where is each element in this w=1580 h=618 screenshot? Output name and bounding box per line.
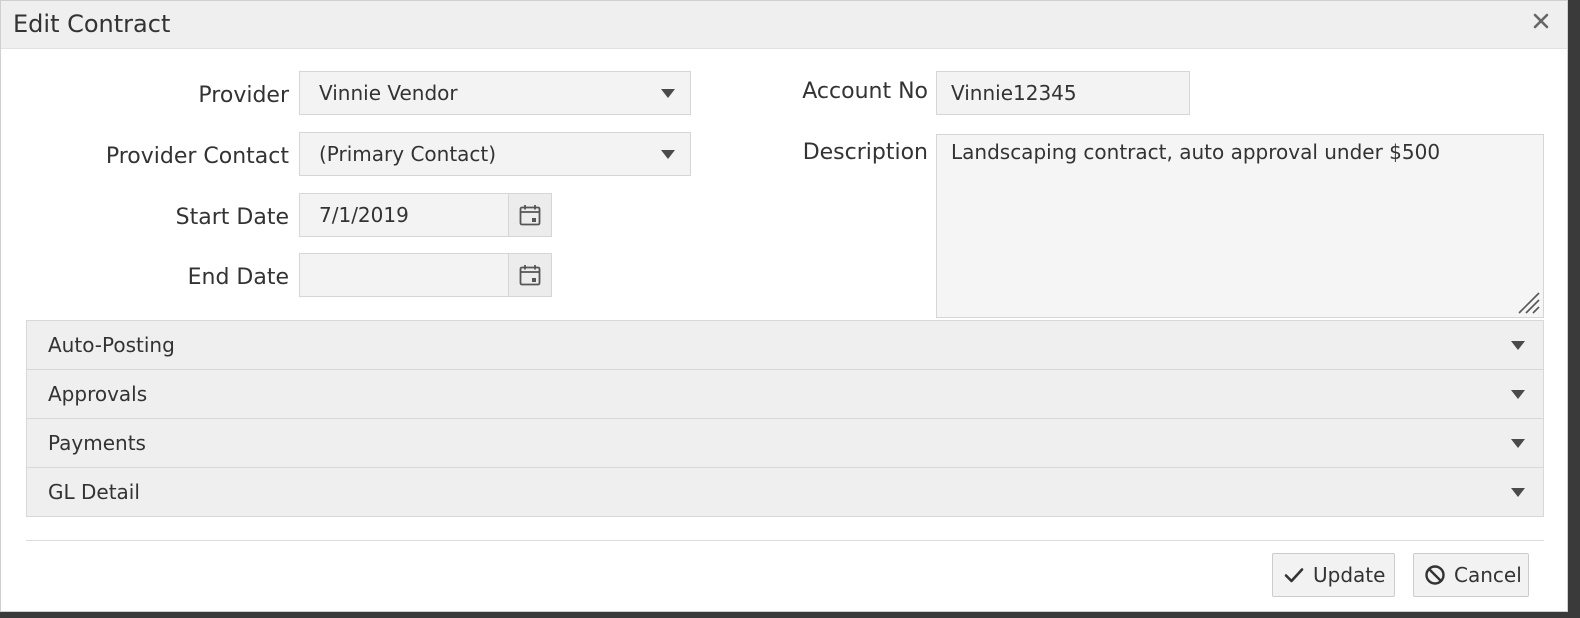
account-no-label: Account No (802, 79, 928, 104)
account-no-value: Vinnie12345 (951, 81, 1077, 105)
provider-label: Provider (198, 83, 289, 108)
cancel-button[interactable]: Cancel (1413, 553, 1529, 597)
description-label: Description (802, 140, 928, 165)
end-date-label: End Date (187, 265, 289, 290)
section-label: Approvals (48, 382, 148, 406)
provider-value: Vinnie Vendor (319, 81, 458, 105)
section-label: Auto-Posting (48, 333, 175, 357)
check-icon (1284, 568, 1304, 583)
section-payments[interactable]: Payments (27, 419, 1543, 468)
provider-contact-select[interactable]: (Primary Contact) (299, 132, 691, 176)
start-date-input[interactable]: 7/1/2019 (299, 193, 552, 237)
provider-select[interactable]: Vinnie Vendor (299, 71, 691, 115)
footer-divider (26, 540, 1544, 541)
resize-handle-icon[interactable] (1515, 289, 1541, 315)
calendar-icon[interactable] (508, 194, 551, 236)
chevron-down-icon (1511, 439, 1525, 448)
account-no-input[interactable]: Vinnie12345 (936, 71, 1190, 115)
section-approvals[interactable]: Approvals (27, 370, 1543, 419)
end-date-input[interactable] (299, 253, 552, 297)
start-date-value: 7/1/2019 (319, 203, 409, 227)
description-value: Landscaping contract, auto approval unde… (951, 140, 1441, 164)
section-gl-detail[interactable]: GL Detail (27, 468, 1543, 516)
chevron-down-icon (1511, 488, 1525, 497)
sections-accordion: Auto-Posting Approvals Payments GL Detai… (26, 320, 1544, 517)
edit-contract-dialog: Edit Contract Provider Vinnie Vendor Pro… (0, 0, 1568, 612)
ban-icon (1425, 565, 1445, 585)
calendar-icon[interactable] (508, 254, 551, 296)
chevron-down-icon[interactable] (646, 133, 690, 175)
section-auto-posting[interactable]: Auto-Posting (27, 321, 1543, 370)
dialog-title: Edit Contract (13, 10, 171, 38)
chevron-down-icon (1511, 341, 1525, 350)
dialog-titlebar: Edit Contract (1, 1, 1567, 49)
update-button-label: Update (1313, 563, 1386, 587)
section-label: GL Detail (48, 480, 140, 504)
description-textarea[interactable]: Landscaping contract, auto approval unde… (936, 134, 1544, 318)
close-icon[interactable] (1529, 9, 1553, 33)
provider-contact-value: (Primary Contact) (319, 142, 497, 166)
provider-contact-label: Provider Contact (105, 144, 289, 169)
cancel-button-label: Cancel (1454, 563, 1522, 587)
start-date-label: Start Date (175, 205, 289, 230)
chevron-down-icon[interactable] (646, 72, 690, 114)
chevron-down-icon (1511, 390, 1525, 399)
section-label: Payments (48, 431, 146, 455)
update-button[interactable]: Update (1272, 553, 1395, 597)
